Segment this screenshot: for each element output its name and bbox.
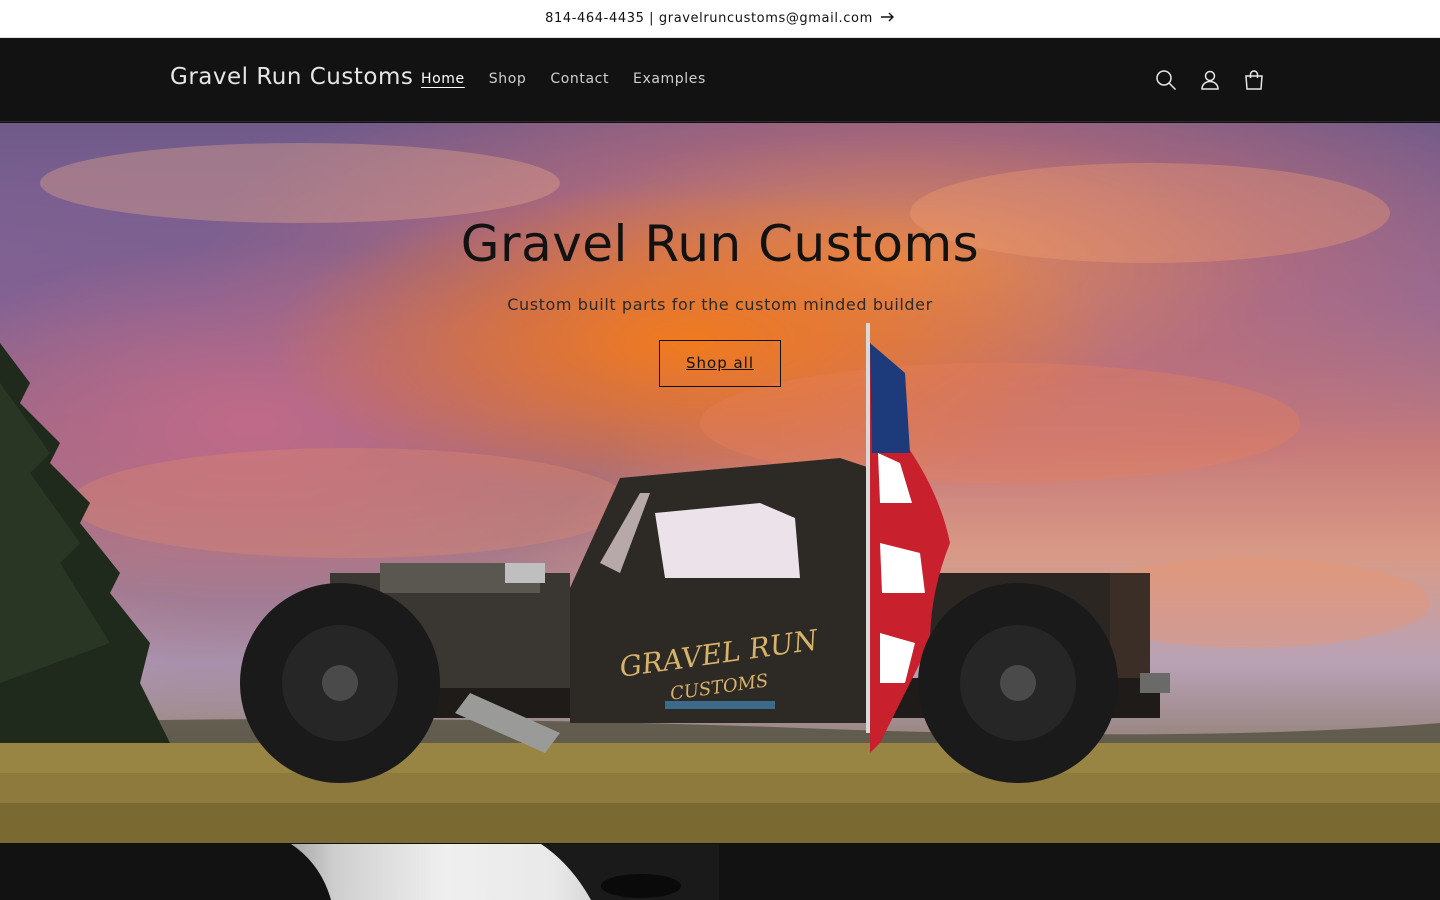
header-icons (1146, 60, 1274, 100)
hero-banner: GRAVEL RUN CUSTOMS Gravel Run Customs Cu… (0, 123, 1440, 843)
tree (0, 343, 170, 763)
search-icon[interactable] (1146, 60, 1186, 100)
image-with-text-section (0, 843, 1440, 900)
cart-icon[interactable] (1234, 60, 1274, 100)
nav-item-home[interactable]: Home (409, 68, 477, 90)
account-icon[interactable] (1190, 60, 1230, 100)
nav-item-examples[interactable]: Examples (621, 68, 718, 90)
site-header: Gravel Run Customs Home Shop Contact Exa… (0, 38, 1440, 122)
main-nav: Home Shop Contact Examples (409, 68, 718, 90)
nav-item-shop[interactable]: Shop (477, 68, 539, 90)
shop-all-button[interactable]: Shop all (659, 340, 781, 387)
hero-subtitle: Custom built parts for the custom minded… (507, 295, 933, 314)
hero-title: Gravel Run Customs (460, 215, 980, 273)
nav-item-contact[interactable]: Contact (538, 68, 621, 90)
announcement-text: 814-464-4435 | gravelruncustoms@gmail.co… (545, 11, 873, 26)
section-image (171, 844, 719, 900)
arrow-right-icon (880, 11, 895, 26)
hero-content: Gravel Run Customs Custom built parts fo… (0, 215, 1440, 387)
announcement-link[interactable]: 814-464-4435 | gravelruncustoms@gmail.co… (545, 11, 895, 26)
site-logo[interactable]: Gravel Run Customs (170, 64, 413, 90)
announcement-bar: 814-464-4435 | gravelruncustoms@gmail.co… (0, 0, 1440, 38)
